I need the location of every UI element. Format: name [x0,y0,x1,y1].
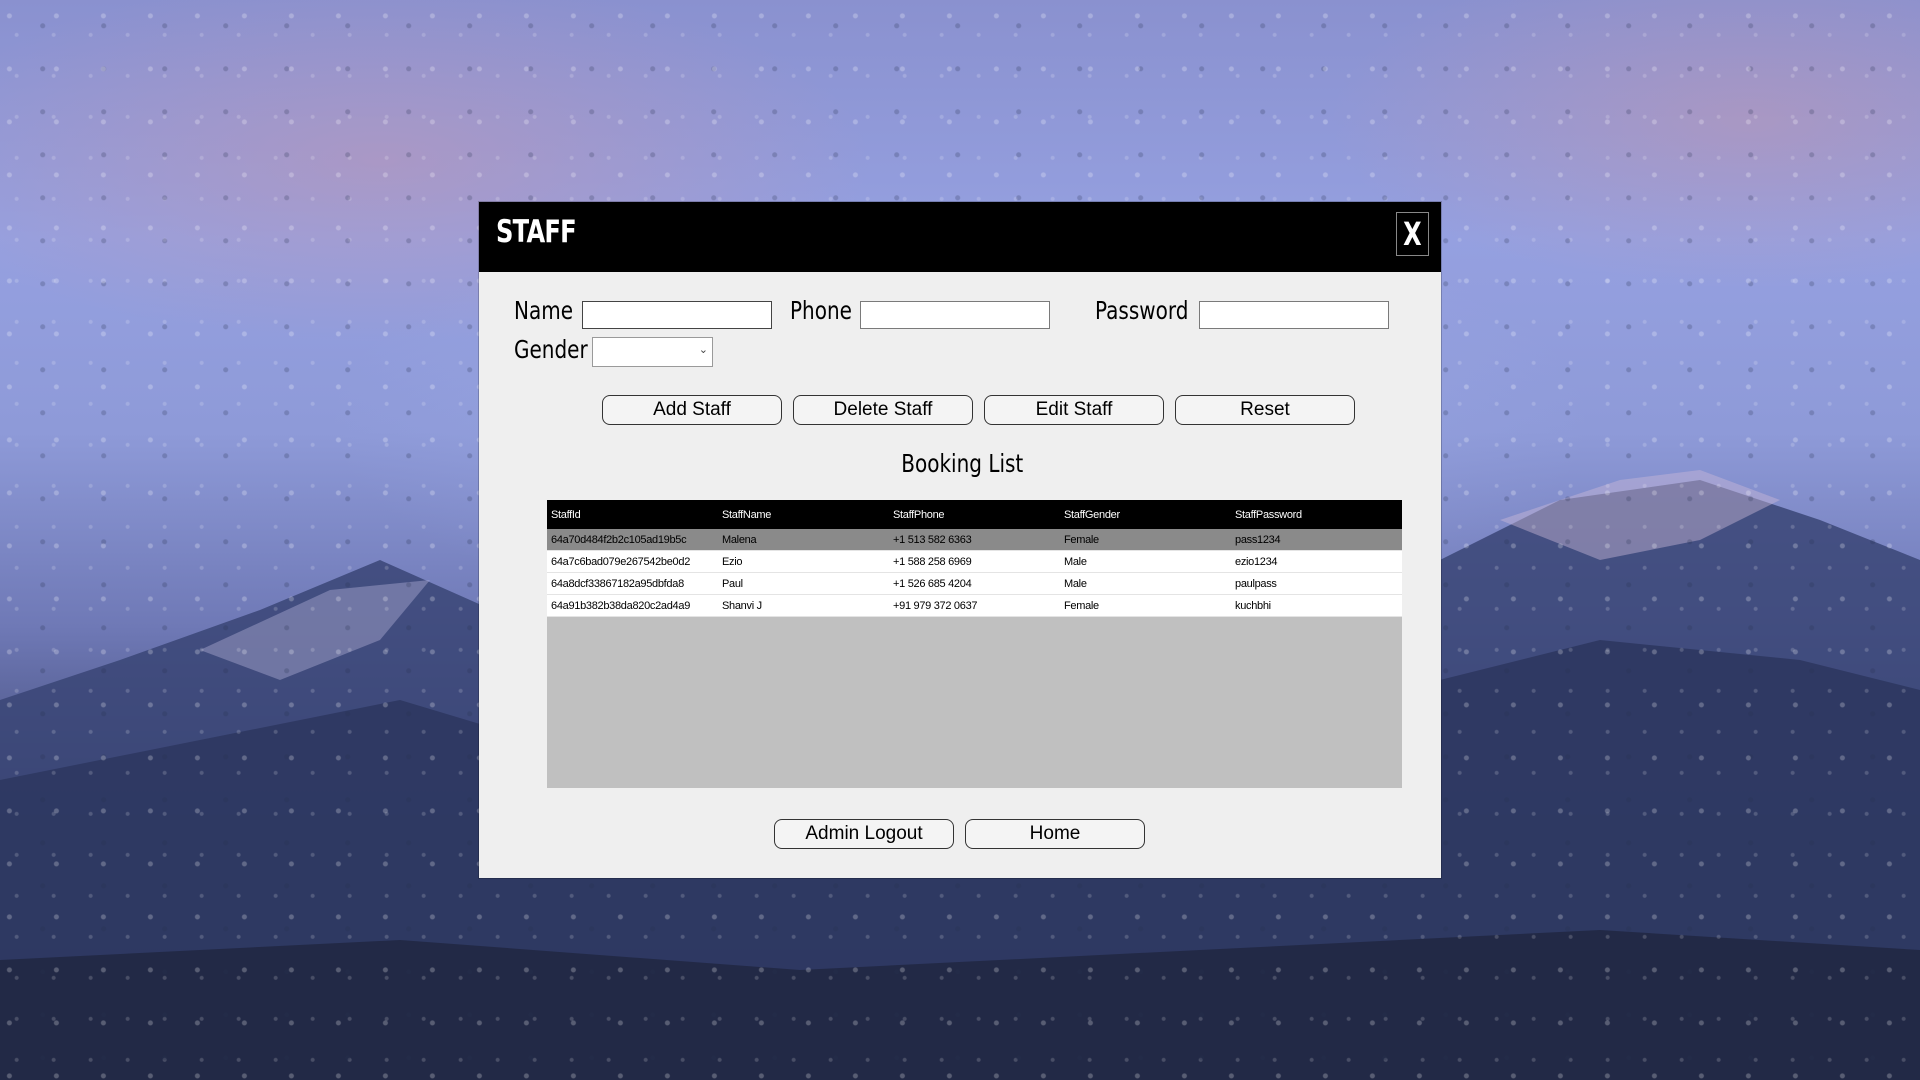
staff-data-grid[interactable]: StaffId StaffName StaffPhone StaffGender… [547,500,1402,788]
cell-staff-name: Paul [722,577,743,590]
gender-select[interactable]: ⌄ [592,337,713,367]
close-button[interactable]: X [1396,212,1429,256]
desktop-background: STAFF X Name Phone Password Gender ⌄ Add… [0,0,1920,1080]
booking-list-title-wrap: Booking List [479,449,1445,478]
cell-staff-gender: Female [1064,533,1099,546]
cell-staff-phone: +1 588 258 6969 [893,555,972,568]
phone-label: Phone [790,296,852,325]
cell-staff-password: kuchbhi [1235,599,1271,612]
window-title: STAFF [496,214,577,250]
cell-staff-phone: +91 979 372 0637 [893,599,978,612]
column-header[interactable]: StaffGender [1060,509,1231,521]
table-row[interactable]: 64a91b382b38da820c2ad4a9 Shanvi J +91 97… [547,595,1402,617]
phone-input[interactable] [860,301,1050,329]
cell-staff-gender: Male [1064,577,1087,590]
name-label: Name [514,296,574,325]
cell-staff-password: pass1234 [1235,533,1281,546]
home-button[interactable]: Home [965,819,1145,849]
table-row[interactable]: 64a7c6bad079e267542be0d2 Ezio +1 588 258… [547,551,1402,573]
cell-staff-id: 64a70d484f2b2c105ad19b5c [551,533,687,546]
title-bar: STAFF X [479,202,1441,272]
cell-staff-name: Shanvi J [722,599,762,612]
gender-label: Gender [514,335,588,364]
cell-staff-id: 64a8dcf33867182a95dbfda8 [551,577,684,590]
name-input[interactable] [582,301,772,329]
cell-staff-password: paulpass [1235,577,1277,590]
admin-logout-button[interactable]: Admin Logout [774,819,954,849]
table-row[interactable]: 64a70d484f2b2c105ad19b5c Malena +1 513 5… [547,529,1402,551]
column-header[interactable]: StaffId [547,509,718,521]
cell-staff-gender: Male [1064,555,1087,568]
reset-button[interactable]: Reset [1175,395,1355,425]
grid-header: StaffId StaffName StaffPhone StaffGender… [547,500,1402,529]
cell-staff-phone: +1 526 685 4204 [893,577,972,590]
add-staff-button[interactable]: Add Staff [602,395,782,425]
table-row[interactable]: 64a8dcf33867182a95dbfda8 Paul +1 526 685… [547,573,1402,595]
cell-staff-phone: +1 513 582 6363 [893,533,972,546]
cell-staff-gender: Female [1064,599,1099,612]
staff-window: STAFF X Name Phone Password Gender ⌄ Add… [479,202,1441,878]
cell-staff-id: 64a7c6bad079e267542be0d2 [551,555,691,568]
password-label: Password [1095,296,1189,325]
booking-list-title: Booking List [900,449,1024,478]
cell-staff-name: Malena [722,533,757,546]
edit-staff-button[interactable]: Edit Staff [984,395,1164,425]
cell-staff-id: 64a91b382b38da820c2ad4a9 [551,599,691,612]
password-input[interactable] [1199,301,1389,329]
cell-staff-password: ezio1234 [1235,555,1278,568]
column-header[interactable]: StaffPassword [1231,509,1402,521]
chevron-down-icon: ⌄ [698,344,708,356]
column-header[interactable]: StaffPhone [889,509,1060,521]
close-icon: X [1403,215,1422,253]
cell-staff-name: Ezio [722,555,743,568]
delete-staff-button[interactable]: Delete Staff [793,395,973,425]
column-header[interactable]: StaffName [718,509,889,521]
